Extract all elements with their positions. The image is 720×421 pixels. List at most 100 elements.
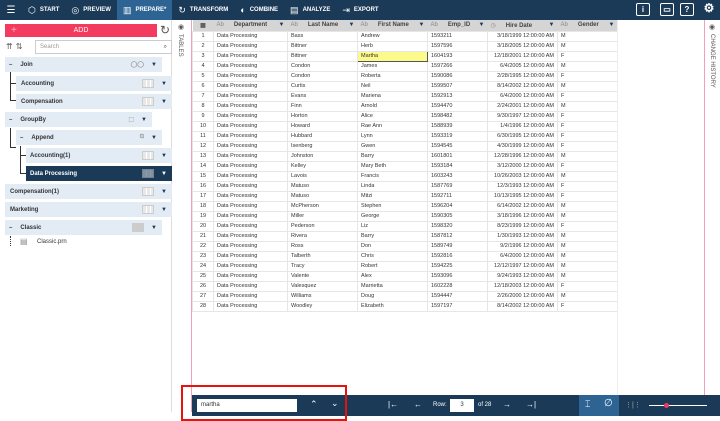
cell[interactable]: 1604193 xyxy=(427,50,488,62)
cell[interactable]: 3/18/2005 12:00:00 AM xyxy=(487,40,558,52)
cell[interactable]: 1589749 xyxy=(427,240,488,252)
column-header[interactable]: Ab Emp_ID ▼ xyxy=(427,20,488,31)
column-header[interactable]: Ab Gender ▼ xyxy=(557,20,618,31)
cell[interactable]: Bittner xyxy=(287,40,358,52)
cell[interactable]: M xyxy=(557,230,618,242)
dropdown-icon[interactable]: ▼ xyxy=(609,22,615,28)
tab-preview[interactable]: ◎ PREVIEW xyxy=(65,0,117,20)
cell[interactable]: 9/30/1997 12:00:00 AM xyxy=(487,110,558,122)
cell[interactable]: 1/4/1996 12:00:00 AM xyxy=(487,120,558,132)
cell[interactable]: Data Processing xyxy=(213,300,288,312)
dropdown-icon[interactable]: ▼ xyxy=(161,171,167,177)
cell[interactable]: Data Processing xyxy=(213,250,288,262)
cell[interactable]: 1587812 xyxy=(427,230,488,242)
cell[interactable]: Mary Beth xyxy=(357,160,428,172)
cell[interactable]: 1594447 xyxy=(427,290,488,302)
cell[interactable]: F xyxy=(557,220,618,232)
change-history-panel[interactable]: ◉ CHANGE HISTORY xyxy=(704,20,720,395)
split-icon[interactable]: ⋮|⋮ xyxy=(625,401,641,409)
cell[interactable]: 1594545 xyxy=(427,140,488,152)
cell[interactable]: Mitzi xyxy=(357,190,428,202)
dropdown-icon[interactable]: ▼ xyxy=(419,22,425,28)
gear-icon[interactable]: ⚙ xyxy=(702,2,716,16)
cell[interactable]: 1594470 xyxy=(427,100,488,112)
cell[interactable]: 2/24/2001 12:00:00 AM xyxy=(487,100,558,112)
cell[interactable]: F xyxy=(557,180,618,192)
column-header[interactable]: ◷ Hire Date ▼ xyxy=(487,20,558,31)
cell[interactable]: M xyxy=(557,200,618,212)
cell[interactable]: F xyxy=(557,50,618,62)
cell[interactable]: Miller xyxy=(287,210,358,222)
cell[interactable]: 1593184 xyxy=(427,160,488,172)
cell[interactable]: M xyxy=(557,250,618,262)
tree-node-accounting-1[interactable]: Accounting(1) ▼ xyxy=(26,148,172,163)
dropdown-icon[interactable]: ▼ xyxy=(161,153,167,159)
cell[interactable]: 1601801 xyxy=(427,150,488,162)
next-row-icon[interactable]: → xyxy=(503,400,511,409)
null-icon[interactable]: ∅ xyxy=(604,398,613,409)
cell[interactable]: Hubbard xyxy=(287,130,358,142)
cell[interactable]: Data Processing xyxy=(213,290,288,302)
cell[interactable]: Alice xyxy=(357,110,428,122)
cell[interactable]: F xyxy=(557,160,618,172)
cell[interactable]: 1597596 xyxy=(427,40,488,52)
cell[interactable]: 6/4/2000 12:00:00 AM xyxy=(487,90,558,102)
previous-row-icon[interactable]: ← xyxy=(414,400,422,409)
hamburger-menu-icon[interactable]: ☰ xyxy=(0,5,22,16)
cell[interactable]: 2/26/2000 12:00:00 AM xyxy=(487,290,558,302)
cell[interactable]: James xyxy=(357,60,428,72)
cell[interactable]: 1597197 xyxy=(427,300,488,312)
dropdown-icon[interactable]: ▼ xyxy=(161,81,167,87)
cell[interactable]: M xyxy=(557,210,618,222)
cell[interactable]: 1593096 xyxy=(427,270,488,282)
cell[interactable]: 6/4/2000 12:00:00 AM xyxy=(487,250,558,262)
collapse-icon[interactable]: – xyxy=(9,117,12,123)
cell[interactable]: M xyxy=(557,100,618,112)
cell[interactable]: Andrew xyxy=(357,30,428,42)
sort-icons[interactable]: ⇈⇅ xyxy=(6,42,25,51)
cell[interactable]: Barry xyxy=(357,230,428,242)
cell[interactable]: Rivera xyxy=(287,230,358,242)
dropdown-icon[interactable]: ▼ xyxy=(279,22,285,28)
dropdown-icon[interactable]: ▼ xyxy=(151,135,157,141)
cell[interactable]: Data Processing xyxy=(213,60,288,72)
help-book-icon[interactable]: ? xyxy=(680,3,694,16)
cell[interactable]: F xyxy=(557,280,618,292)
tab-analyze[interactable]: ▤ ANALYZE xyxy=(284,0,336,20)
collapse-icon[interactable]: – xyxy=(9,62,12,68)
cell[interactable]: Robert xyxy=(357,260,428,272)
cell[interactable]: Data Processing xyxy=(213,190,288,202)
cell[interactable]: Data Processing xyxy=(213,260,288,272)
cell[interactable]: 1592816 xyxy=(427,250,488,262)
cell[interactable]: Data Processing xyxy=(213,170,288,182)
tree-node-marketing[interactable]: Marketing ▼ xyxy=(5,202,172,217)
cell[interactable]: Data Processing xyxy=(213,180,288,192)
cell[interactable]: Neil xyxy=(357,80,428,92)
cell[interactable]: Data Processing xyxy=(213,160,288,172)
cell[interactable]: 1592711 xyxy=(427,190,488,202)
zoom-slider-handle[interactable] xyxy=(664,403,670,408)
cell[interactable]: Isenberg xyxy=(287,140,358,152)
cell[interactable]: F xyxy=(557,70,618,82)
cell[interactable]: Data Processing xyxy=(213,230,288,242)
cell[interactable]: M xyxy=(557,270,618,282)
tables-panel-toggle[interactable]: ◉ TABLES xyxy=(172,20,192,412)
dropdown-icon[interactable]: ▼ xyxy=(161,99,167,105)
cell[interactable]: M xyxy=(557,150,618,162)
cell[interactable]: Barry xyxy=(357,150,428,162)
cell[interactable]: Data Processing xyxy=(213,270,288,282)
cell[interactable]: F xyxy=(557,190,618,202)
cell[interactable]: M xyxy=(557,30,618,42)
cell[interactable]: Kelley xyxy=(287,160,358,172)
tab-prepare[interactable]: ▥ PREPARE* xyxy=(116,0,173,20)
tree-node-compensation-1[interactable]: Compensation(1) ▼ xyxy=(5,184,172,199)
collapse-icon[interactable]: – xyxy=(9,225,12,231)
cell[interactable]: M xyxy=(557,40,618,52)
cell[interactable]: 1593319 xyxy=(427,130,488,142)
cell[interactable]: Evans xyxy=(287,90,358,102)
cell[interactable]: 6/30/1995 12:00:00 AM xyxy=(487,130,558,142)
cell[interactable]: Data Processing xyxy=(213,70,288,82)
cell[interactable]: 2/28/1995 12:00:00 AM xyxy=(487,70,558,82)
cell[interactable]: 8/14/2002 12:00:00 AM xyxy=(487,80,558,92)
cell[interactable]: 12/28/1996 12:00:00 AM xyxy=(487,150,558,162)
